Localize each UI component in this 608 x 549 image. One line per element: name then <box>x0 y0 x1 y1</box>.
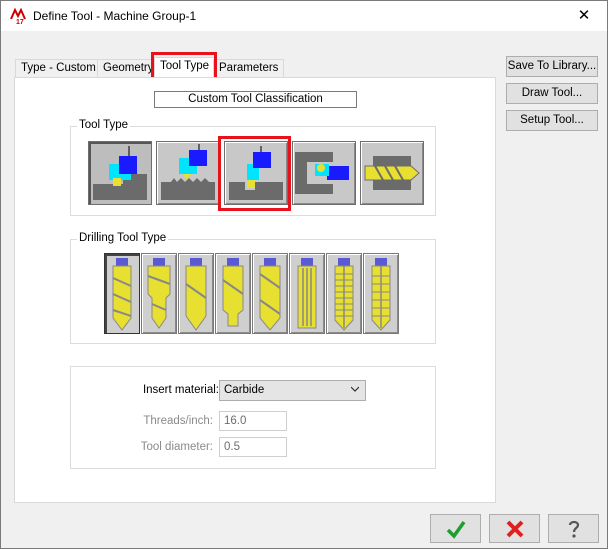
drill-icon <box>112 258 132 331</box>
tab-type-custom[interactable]: Type - Custom <box>15 59 102 77</box>
reamer-button[interactable] <box>289 253 325 334</box>
tool-diameter-label: Tool diameter: <box>140 441 213 453</box>
tool-type-group: Tool Type <box>70 119 436 216</box>
insert-parameters-group: Insert material: Carbide Threads/inch: 1… <box>70 366 436 469</box>
grooving-tool-icon <box>229 146 283 200</box>
thread-mill-button[interactable] <box>363 253 399 334</box>
tab-geometry[interactable]: Geometry <box>97 59 160 77</box>
tool-type-panel: Custom Tool Classification Tool Type Dri… <box>14 77 496 503</box>
svg-text:17: 17 <box>16 19 24 25</box>
help-button[interactable] <box>548 514 599 543</box>
chevron-down-icon <box>351 386 359 392</box>
define-tool-dialog: 17 Define Tool - Machine Group-1 ✕ Type … <box>0 0 608 549</box>
drilling-tool-type-group: Drilling Tool Type <box>70 232 436 344</box>
center-drill-button[interactable] <box>215 253 251 334</box>
countersink-icon <box>259 258 281 331</box>
boring-bar-tool-icon <box>295 152 349 194</box>
insert-material-label: Insert material: <box>142 384 219 396</box>
reamer-icon <box>297 258 317 329</box>
insert-material-select[interactable]: Carbide <box>219 380 366 401</box>
drill-button[interactable] <box>104 253 140 334</box>
save-to-library-button[interactable]: Save To Library... <box>506 56 598 77</box>
title-bar: 17 Define Tool - Machine Group-1 ✕ <box>1 1 607 31</box>
draw-tool-button[interactable]: Draw Tool... <box>506 83 598 104</box>
tab-parameters[interactable]: Parameters <box>213 59 285 77</box>
threading-tool-icon <box>161 144 215 200</box>
thread-mill-icon <box>371 258 391 331</box>
step-drill-button[interactable] <box>141 253 177 334</box>
threads-per-inch-field[interactable]: 16.0 <box>219 411 287 431</box>
green-check-icon <box>446 520 466 539</box>
close-icon: ✕ <box>577 7 591 24</box>
spot-drill-icon <box>185 258 207 331</box>
threading-tool-button[interactable] <box>156 141 220 205</box>
classification-label: Custom Tool Classification <box>154 91 357 108</box>
countersink-button[interactable] <box>252 253 288 334</box>
center-drill-icon <box>222 258 244 327</box>
tool-diameter-field[interactable]: 0.5 <box>219 437 287 457</box>
tool-type-group-label: Tool Type <box>77 119 131 131</box>
window-title: Define Tool - Machine Group-1 <box>33 9 197 23</box>
boring-bar-tool-button[interactable] <box>292 141 356 205</box>
question-mark-icon <box>568 520 580 538</box>
general-turning-tool-icon <box>93 146 147 200</box>
step-drill-icon <box>147 258 171 329</box>
spot-drill-button[interactable] <box>178 253 214 334</box>
ok-button[interactable] <box>430 514 481 543</box>
cancel-button[interactable] <box>489 514 540 543</box>
red-x-icon <box>506 520 524 538</box>
threads-per-inch-label: Threads/inch: <box>143 415 213 427</box>
setup-tool-button[interactable]: Setup Tool... <box>506 110 598 131</box>
insert-material-value: Carbide <box>224 384 265 396</box>
general-turning-tool-button[interactable] <box>88 141 152 205</box>
drilling-tool-type-group-label: Drilling Tool Type <box>77 232 169 244</box>
drilling-tool-icon <box>364 156 420 190</box>
close-button[interactable]: ✕ <box>561 1 607 31</box>
tap-button[interactable] <box>326 253 362 334</box>
drilling-tool-button[interactable] <box>360 141 424 205</box>
mastercam-17-icon: 17 <box>10 7 26 25</box>
tap-icon <box>334 258 354 331</box>
tab-tool-type[interactable]: Tool Type <box>154 57 216 78</box>
grooving-tool-button[interactable] <box>224 141 288 205</box>
